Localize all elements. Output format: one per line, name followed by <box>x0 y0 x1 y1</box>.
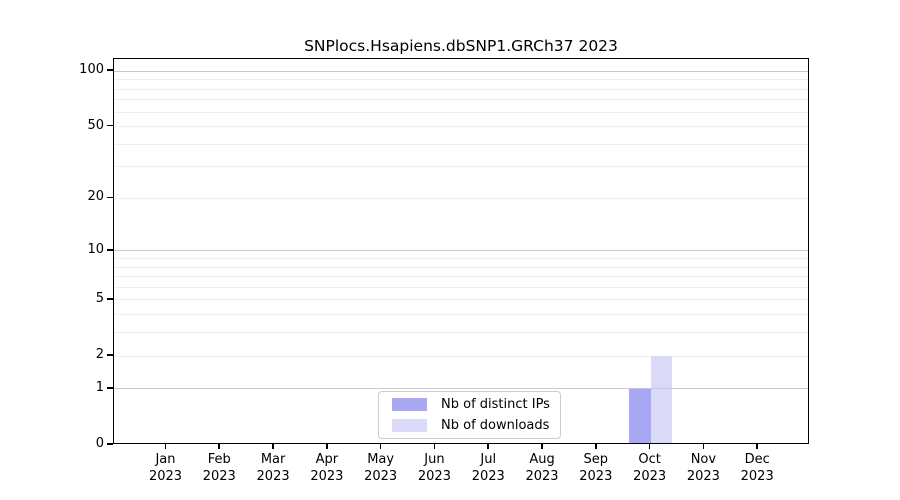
x-label-month: Jan <box>136 452 196 469</box>
y-tick-20 <box>107 197 113 199</box>
x-tick-label-jan: Jan2023 <box>136 452 196 485</box>
x-label-month: Apr <box>297 452 357 469</box>
gridline-minor-5 <box>114 299 808 300</box>
legend-item-distinct-ips: Nb of distinct IPs <box>392 395 550 414</box>
gridline-major-100 <box>114 71 808 72</box>
legend: Nb of distinct IPs Nb of downloads <box>378 391 561 439</box>
legend-swatch-downloads <box>392 419 427 432</box>
x-tick-feb <box>218 444 220 449</box>
gridline-minor-50 <box>114 126 808 127</box>
x-label-year: 2023 <box>512 469 572 486</box>
y-tick-label-2: 2 <box>60 347 104 363</box>
x-tick-label-jun: Jun2023 <box>404 452 464 485</box>
x-tick-label-jul: Jul2023 <box>458 452 518 485</box>
y-tick-0 <box>107 443 113 445</box>
y-tick-label-20: 20 <box>60 189 104 205</box>
bar-distinct-ips-oct <box>629 389 651 444</box>
gridline-major-1 <box>114 388 808 389</box>
y-tick-label-50: 50 <box>60 118 104 134</box>
y-tick-label-5: 5 <box>60 291 104 307</box>
x-label-month: Nov <box>673 452 733 469</box>
x-label-year: 2023 <box>673 469 733 486</box>
gridline-major-10 <box>114 250 808 251</box>
gridline-minor-7 <box>114 276 808 277</box>
x-label-month: Dec <box>727 452 787 469</box>
x-tick-label-may: May2023 <box>351 452 411 485</box>
x-tick-label-apr: Apr2023 <box>297 452 357 485</box>
y-tick-5 <box>107 298 113 300</box>
x-label-month: May <box>351 452 411 469</box>
x-tick-aug <box>541 444 543 449</box>
x-label-month: Jun <box>404 452 464 469</box>
x-tick-label-nov: Nov2023 <box>673 452 733 485</box>
gridline-minor-30 <box>114 166 808 167</box>
figure: SNPlocs.Hsapiens.dbSNP1.GRCh37 2023 Nb o… <box>0 0 900 500</box>
x-tick-label-oct: Oct2023 <box>620 452 680 485</box>
gridline-minor-2 <box>114 356 808 357</box>
x-tick-jan <box>165 444 167 449</box>
x-label-year: 2023 <box>189 469 249 486</box>
x-tick-jul <box>487 444 489 449</box>
x-label-month: Feb <box>189 452 249 469</box>
x-tick-may <box>380 444 382 449</box>
gridline-minor-70 <box>114 99 808 100</box>
x-label-month: Oct <box>620 452 680 469</box>
y-tick-label-1: 1 <box>60 380 104 396</box>
chart-title: SNPlocs.Hsapiens.dbSNP1.GRCh37 2023 <box>304 37 618 55</box>
gridline-minor-40 <box>114 144 808 145</box>
x-tick-nov <box>703 444 705 449</box>
x-tick-dec <box>756 444 758 449</box>
gridline-minor-4 <box>114 314 808 315</box>
x-tick-sep <box>595 444 597 449</box>
legend-label-downloads: Nb of downloads <box>441 418 549 433</box>
gridline-minor-90 <box>114 79 808 80</box>
x-tick-oct <box>649 444 651 449</box>
y-tick-label-0: 0 <box>60 436 104 452</box>
x-label-year: 2023 <box>566 469 626 486</box>
y-tick-1 <box>107 387 113 389</box>
gridline-minor-60 <box>114 112 808 113</box>
y-tick-10 <box>107 249 113 251</box>
legend-label-distinct-ips: Nb of distinct IPs <box>441 397 550 412</box>
y-tick-label-10: 10 <box>60 242 104 258</box>
gridline-minor-9 <box>114 258 808 259</box>
x-label-year: 2023 <box>351 469 411 486</box>
x-label-month: Jul <box>458 452 518 469</box>
x-tick-label-dec: Dec2023 <box>727 452 787 485</box>
x-tick-apr <box>326 444 328 449</box>
x-tick-mar <box>272 444 274 449</box>
x-tick-label-feb: Feb2023 <box>189 452 249 485</box>
gridline-minor-8 <box>114 267 808 268</box>
legend-item-downloads: Nb of downloads <box>392 416 550 435</box>
legend-swatch-distinct-ips <box>392 398 427 411</box>
y-tick-2 <box>107 354 113 356</box>
x-label-month: Sep <box>566 452 626 469</box>
gridline-minor-6 <box>114 287 808 288</box>
x-label-year: 2023 <box>620 469 680 486</box>
x-label-month: Mar <box>243 452 303 469</box>
x-label-month: Aug <box>512 452 572 469</box>
x-label-year: 2023 <box>404 469 464 486</box>
y-tick-100 <box>107 69 113 71</box>
plot-area <box>113 58 809 444</box>
gridline-minor-3 <box>114 332 808 333</box>
y-tick-label-100: 100 <box>60 62 104 78</box>
y-tick-50 <box>107 125 113 127</box>
gridline-minor-20 <box>114 198 808 199</box>
x-label-year: 2023 <box>243 469 303 486</box>
gridline-minor-80 <box>114 89 808 90</box>
x-label-year: 2023 <box>136 469 196 486</box>
x-tick-label-mar: Mar2023 <box>243 452 303 485</box>
bar-downloads-oct <box>651 356 673 444</box>
x-label-year: 2023 <box>458 469 518 486</box>
x-tick-label-aug: Aug2023 <box>512 452 572 485</box>
x-label-year: 2023 <box>727 469 787 486</box>
x-label-year: 2023 <box>297 469 357 486</box>
x-tick-label-sep: Sep2023 <box>566 452 626 485</box>
x-tick-jun <box>434 444 436 449</box>
